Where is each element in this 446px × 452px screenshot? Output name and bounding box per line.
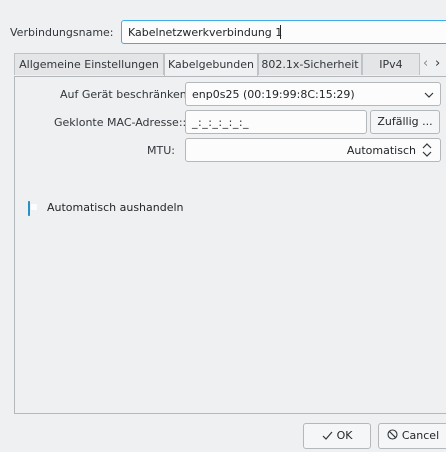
tab-ipv4-label: IPv4	[379, 58, 403, 71]
mtu-spinbox[interactable]: Automatisch	[185, 138, 441, 162]
tab-wired-label: Kabelgebunden	[168, 58, 254, 71]
checkbox-checked-icon	[28, 201, 30, 216]
tab-8021x-security-label: 802.1x-Sicherheit	[261, 58, 359, 71]
ok-button[interactable]: OK	[303, 423, 371, 449]
tab-ipv4[interactable]: IPv4	[362, 53, 420, 75]
ok-button-label: OK	[336, 429, 353, 442]
checkmark-icon	[322, 431, 333, 440]
device-restrict-value: enp0s25 (00:19:99:8C:15:29)	[192, 88, 355, 101]
cancel-button[interactable]: Cancel	[378, 423, 446, 449]
connection-name-input[interactable]: Kabelnetzwerkverbindung 1	[121, 20, 446, 44]
connection-name-label: Verbindungsname:	[10, 26, 114, 39]
spin-up-down-icon[interactable]	[422, 143, 432, 157]
tab-general-settings[interactable]: Allgemeine Einstellungen	[14, 53, 164, 75]
mtu-label: MTU:	[147, 144, 175, 157]
cloned-mac-value: _:_:_:_:_:_	[192, 116, 250, 129]
tab-wired[interactable]: Kabelgebunden	[164, 53, 258, 76]
mtu-value: Automatisch	[346, 144, 416, 157]
auto-negotiate-label: Automatisch aushandeln	[47, 201, 184, 214]
tab-scroll-right-icon[interactable]: ›	[435, 56, 440, 71]
device-restrict-label: Auf Gerät beschränken:	[60, 88, 191, 101]
cancel-button-label: Cancel	[401, 429, 440, 442]
cloned-mac-label: Geklonte MAC-Adresse::	[54, 116, 187, 129]
tab-general-settings-label: Allgemeine Einstellungen	[19, 58, 159, 71]
device-restrict-select[interactable]: enp0s25 (00:19:99:8C:15:29)	[185, 82, 441, 106]
tab-8021x-security[interactable]: 802.1x-Sicherheit	[258, 53, 362, 75]
auto-negotiate-checkbox[interactable]: Automatisch aushandeln	[28, 201, 184, 216]
tab-bar: Allgemeine Einstellungen Kabelgebunden 8…	[14, 53, 446, 77]
random-mac-button-label: Zufällig ...	[377, 115, 433, 128]
text-cursor	[280, 25, 281, 39]
connection-name-value: Kabelnetzwerkverbindung 1	[128, 26, 283, 39]
cloned-mac-input[interactable]: _:_:_:_:_:_	[185, 110, 367, 134]
cancel-icon	[387, 429, 398, 440]
tab-scroll-left-icon[interactable]: ‹	[423, 56, 428, 71]
random-mac-button[interactable]: Zufällig ...	[370, 110, 440, 134]
chevron-down-icon	[424, 92, 434, 98]
